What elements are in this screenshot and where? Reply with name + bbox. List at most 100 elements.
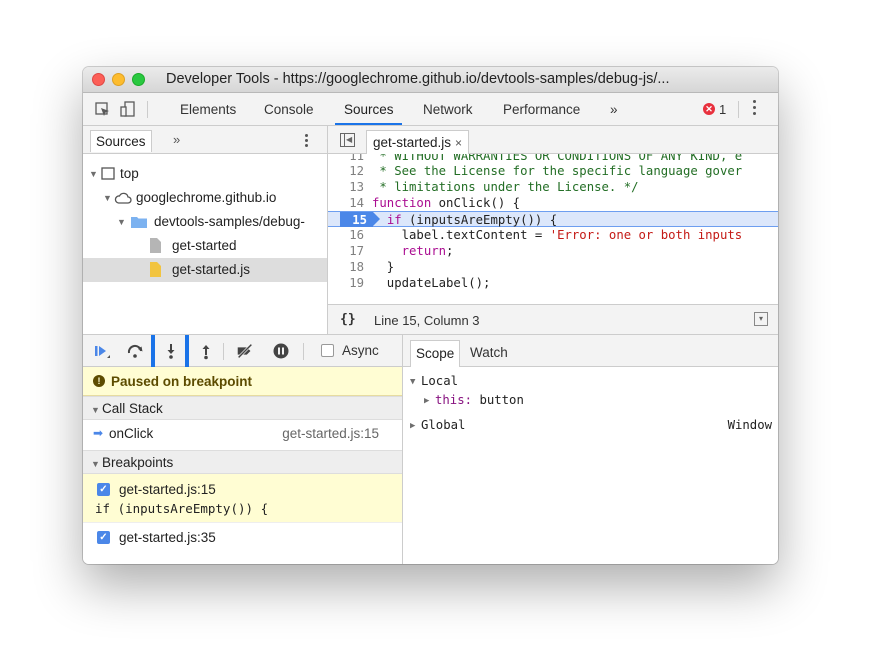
pretty-print-button[interactable]: {}: [340, 312, 356, 327]
tree-item-get-started-js[interactable]: get-started.js: [83, 258, 327, 282]
customize-menu-icon[interactable]: [753, 100, 757, 118]
more-tabs-button[interactable]: »: [610, 102, 618, 117]
code-text: if (inputsAreEmpty()) {: [386, 213, 558, 227]
breakpoint-location: get-started.js:15: [119, 482, 216, 497]
tree-item-get-started[interactable]: get-started: [83, 234, 327, 258]
tree-item-label: devtools-samples/debug-: [154, 214, 305, 229]
code-text: label.textContent = 'Error: one or both …: [372, 228, 743, 242]
breakpoint-checkbox[interactable]: ✓: [97, 483, 110, 496]
scope-property[interactable]: ▶ this: button: [403, 392, 778, 410]
code-line: 17 return;: [328, 243, 778, 259]
toolbar-divider: [738, 101, 739, 118]
tab-console[interactable]: Console: [264, 102, 314, 117]
editor-tabs: ◀ get-started.js ×: [328, 126, 778, 154]
expand-triangle-icon[interactable]: ▼: [117, 217, 126, 227]
code-text: function onClick() {: [372, 196, 521, 210]
zoom-window-button[interactable]: [132, 73, 145, 86]
close-tab-icon[interactable]: ×: [455, 136, 462, 150]
debugger-pane: Async ! Paused on breakpoint ▼ Call Stac…: [83, 334, 403, 564]
breakpoint-item[interactable]: ✓ get-started.js:35: [83, 522, 402, 552]
navigator-menu-icon[interactable]: [305, 134, 308, 149]
step-over-icon[interactable]: [126, 342, 146, 360]
code-line: 12 * See the License for the specific la…: [328, 163, 778, 179]
breakpoint-item[interactable]: ✓ get-started.js:15 if (inputsAreEmpty()…: [83, 474, 402, 522]
coverage-toggle-icon[interactable]: ▾: [754, 312, 768, 326]
device-toolbar-icon[interactable]: [120, 101, 136, 118]
code-text: }: [372, 260, 395, 274]
expand-triangle-icon[interactable]: ▼: [103, 193, 112, 203]
code-text: updateLabel();: [372, 276, 491, 290]
line-number[interactable]: 17: [328, 243, 368, 259]
navigator-tab-sources[interactable]: Sources: [90, 130, 152, 152]
navigator-more-button[interactable]: »: [173, 132, 180, 147]
error-icon[interactable]: ✕: [703, 103, 715, 115]
main-toolbar: Elements Console Sources Network Perform…: [83, 93, 778, 126]
code-text: * limitations under the License. */: [372, 180, 639, 194]
editor-tab-get-started-js[interactable]: get-started.js ×: [366, 130, 470, 154]
tab-performance[interactable]: Performance: [503, 102, 580, 117]
breakpoints-header[interactable]: ▼ Breakpoints: [83, 450, 402, 474]
tab-sources[interactable]: Sources: [344, 102, 394, 117]
tree-item-label: get-started.js: [172, 262, 251, 277]
code-line: 13 * limitations under the License. */: [328, 179, 778, 195]
cursor-position: Line 15, Column 3: [374, 313, 480, 328]
tree-item-folder[interactable]: ▼ devtools-samples/debug-: [83, 210, 327, 234]
line-number[interactable]: 12: [328, 163, 368, 179]
error-count[interactable]: 1: [719, 102, 726, 117]
collapsed-triangle-icon: ▶: [410, 421, 416, 431]
toolbar-divider: [223, 343, 224, 360]
breakpoint-checkbox[interactable]: ✓: [97, 531, 110, 544]
scope-local[interactable]: ▼ Local: [403, 373, 778, 391]
async-checkbox[interactable]: [321, 344, 334, 357]
line-number[interactable]: 13: [328, 179, 368, 195]
scope-value: Window: [727, 418, 772, 432]
tab-network[interactable]: Network: [423, 102, 473, 117]
call-frame-location[interactable]: get-started.js:15: [282, 426, 379, 441]
paused-banner: ! Paused on breakpoint: [83, 367, 402, 396]
call-frame-row[interactable]: ➡ onClick get-started.js:15: [83, 420, 402, 448]
tab-elements[interactable]: Elements: [180, 102, 236, 117]
expand-triangle-icon: ▼: [91, 405, 100, 415]
paused-message: Paused on breakpoint: [111, 374, 253, 389]
tree-item-label: top: [120, 166, 139, 181]
line-number[interactable]: 19: [328, 275, 368, 291]
line-number[interactable]: 18: [328, 259, 368, 275]
tab-scope[interactable]: Scope: [410, 340, 461, 367]
window-title: Developer Tools - https://googlechrome.g…: [166, 71, 670, 87]
pause-on-exceptions-icon[interactable]: [271, 342, 291, 360]
code-area[interactable]: 11 * WITHOUT WARRANTIES OR CONDITIONS OF…: [328, 154, 778, 304]
toggle-navigator-icon[interactable]: ◀: [340, 133, 355, 147]
editor-status-bar: {} Line 15, Column 3 ▾: [328, 304, 778, 334]
line-number[interactable]: 16: [328, 227, 368, 243]
resume-icon[interactable]: [93, 342, 113, 360]
inspect-element-icon[interactable]: [95, 102, 111, 118]
section-title: Call Stack: [102, 401, 163, 416]
breakpoint-marker[interactable]: 15: [340, 212, 380, 227]
scope-global[interactable]: ▶ Global Window: [403, 417, 778, 435]
line-number[interactable]: 14: [328, 195, 368, 211]
script-file-icon: [150, 262, 161, 277]
breakpoint-location: get-started.js:35: [119, 530, 216, 545]
expand-triangle-icon[interactable]: ▼: [89, 169, 98, 179]
collapsed-triangle-icon: ▶: [424, 396, 430, 406]
devtools-window: Developer Tools - https://googlechrome.g…: [83, 67, 778, 564]
editor-tab-label: get-started.js: [373, 135, 452, 150]
debugger-toolbar: Async: [83, 335, 402, 372]
tab-watch[interactable]: Watch: [470, 345, 508, 360]
file-navigator: Sources » ▼ top ▼ googlechrome.github.io…: [83, 126, 328, 334]
navigator-tabs: Sources »: [83, 126, 327, 154]
code-editor: ◀ get-started.js × 11 * WITHOUT WARRANTIE…: [328, 126, 778, 334]
deactivate-breakpoints-icon[interactable]: [235, 342, 255, 360]
code-text: return;: [401, 244, 454, 258]
property: this: button: [435, 393, 524, 407]
minimize-window-button[interactable]: [112, 73, 125, 86]
scope-label: Global: [421, 418, 466, 432]
sidebar-tabs: Scope Watch: [403, 335, 778, 367]
section-title: Breakpoints: [102, 455, 174, 470]
call-stack-header[interactable]: ▼ Call Stack: [83, 396, 402, 420]
current-frame-arrow-icon: ➡: [93, 426, 104, 440]
close-window-button[interactable]: [92, 73, 105, 86]
step-out-icon[interactable]: [196, 342, 216, 360]
tree-item-top[interactable]: ▼ top: [83, 162, 327, 186]
tree-item-domain[interactable]: ▼ googlechrome.github.io: [83, 186, 327, 210]
